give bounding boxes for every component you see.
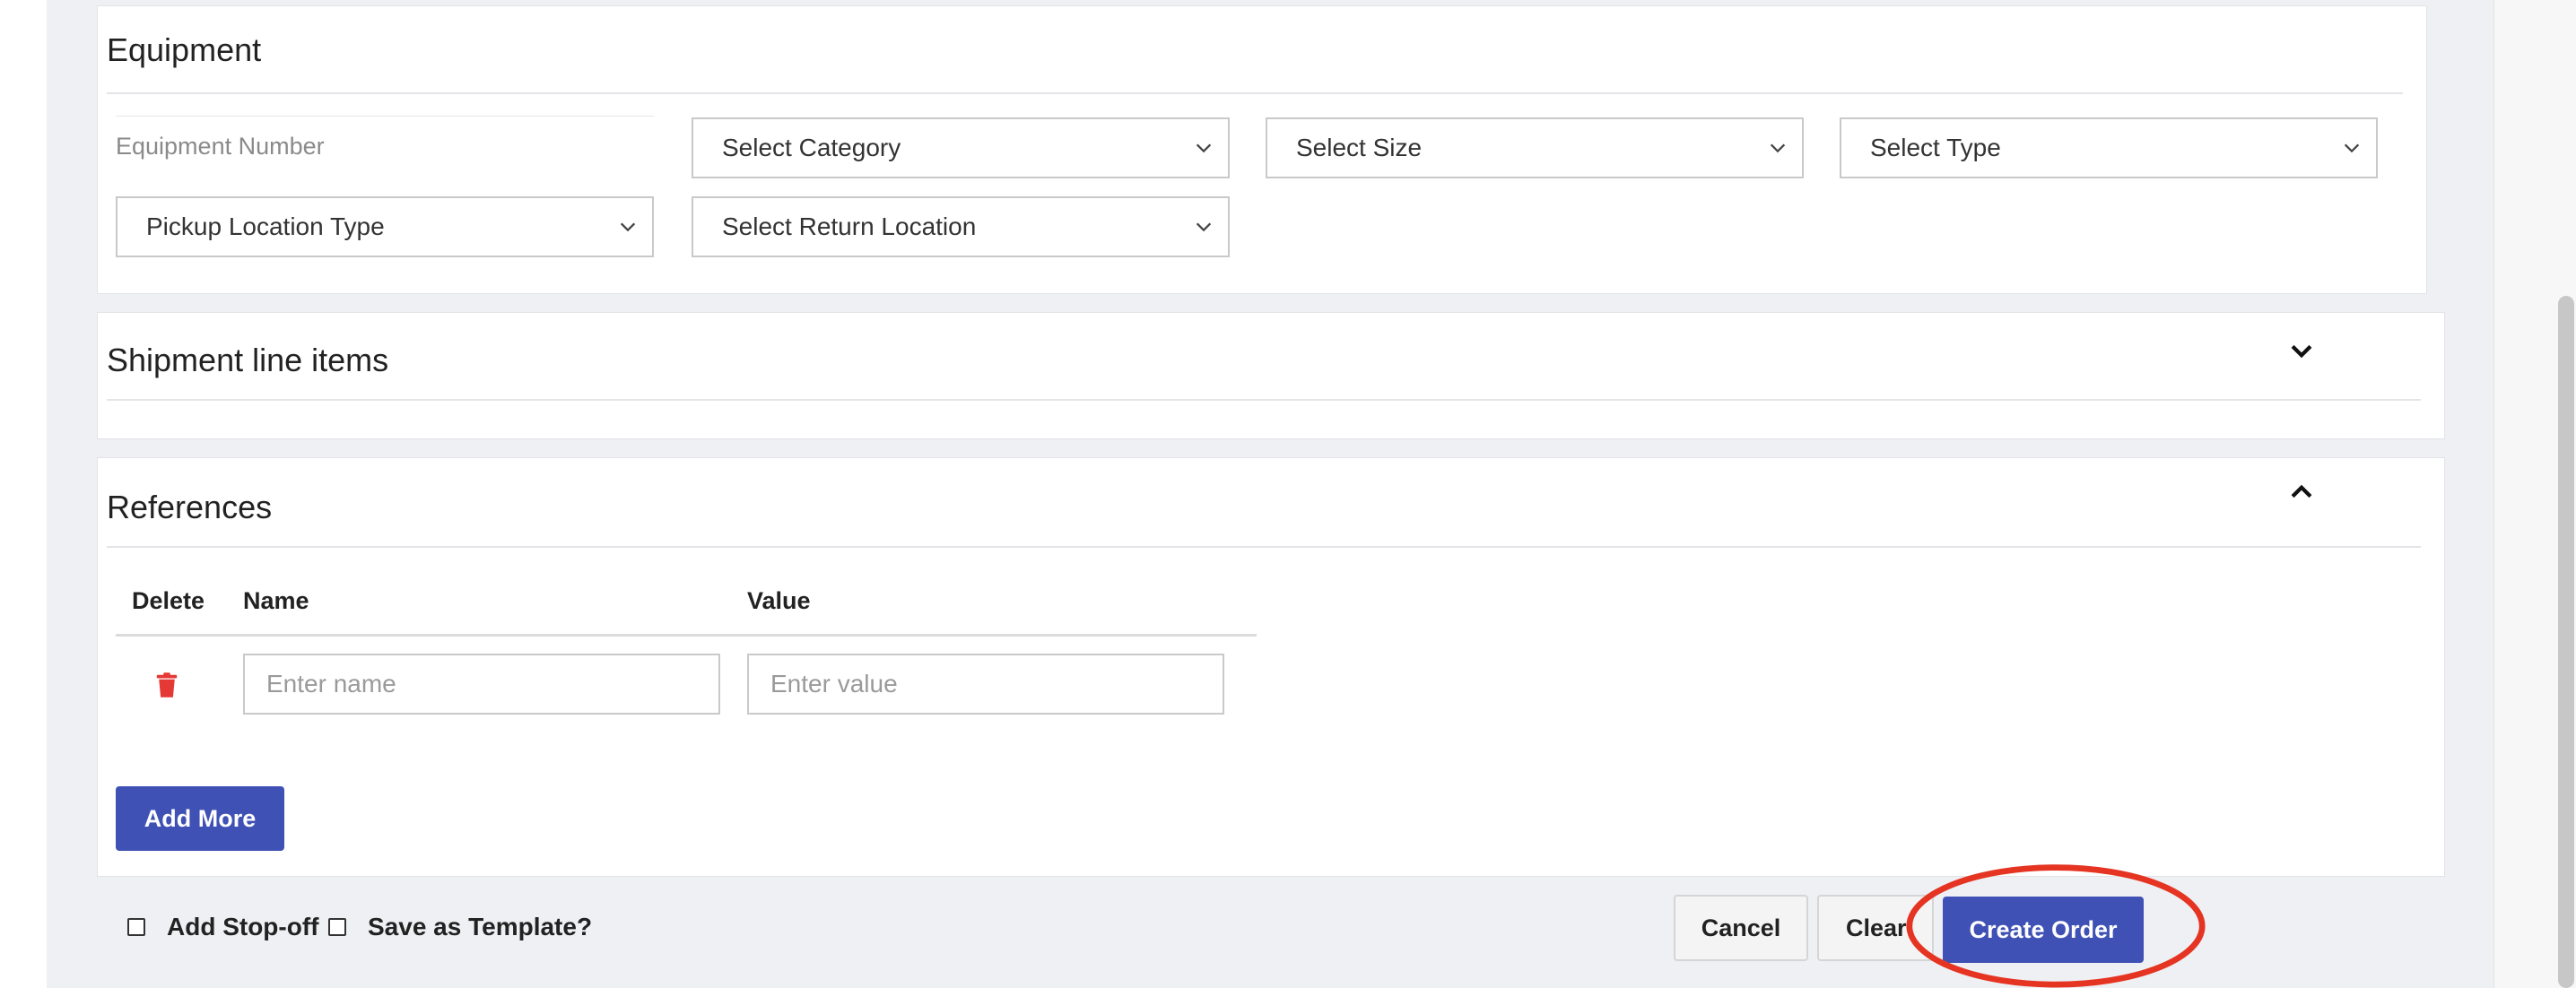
chevron-down-icon[interactable]	[2286, 336, 2317, 367]
references-title[interactable]: References	[107, 489, 272, 526]
column-header-name: Name	[243, 587, 309, 614]
add-more-button[interactable]: Add More	[116, 786, 284, 851]
table-header-divider	[116, 634, 1257, 637]
save-template-label[interactable]: Save as Template?	[368, 913, 592, 941]
select-size-value: Select Size	[1296, 134, 1423, 161]
references-divider	[107, 546, 2421, 548]
select-size[interactable]: Select Size	[1266, 117, 1804, 178]
shipment-line-items-title[interactable]: Shipment line items	[107, 342, 388, 379]
trash-icon[interactable]	[153, 670, 180, 700]
select-return-location[interactable]: Select Return Location	[692, 196, 1230, 257]
equipment-title: Equipment	[107, 31, 262, 68]
select-return-location-value: Select Return Location	[722, 212, 977, 240]
reference-value-input[interactable]	[747, 654, 1224, 715]
column-header-delete: Delete	[132, 587, 205, 614]
scrollbar-thumb[interactable]	[2558, 296, 2574, 988]
chevron-down-icon	[1196, 222, 1212, 232]
select-pickup-location-type[interactable]: Pickup Location Type	[116, 196, 654, 257]
chevron-up-icon[interactable]	[2286, 476, 2317, 507]
equipment-divider	[107, 92, 2403, 94]
chevron-down-icon	[620, 222, 636, 232]
column-header-value: Value	[747, 587, 811, 614]
add-stop-off-label[interactable]: Add Stop-off	[167, 913, 319, 941]
save-template-checkbox[interactable]	[328, 918, 346, 936]
references-card: References Delete Name Value Add More	[97, 457, 2445, 877]
select-type-value: Select Type	[1870, 134, 2001, 161]
left-gutter	[0, 0, 47, 988]
add-stop-off-checkbox[interactable]	[127, 918, 145, 936]
equipment-card: Equipment Select Category Select Size Se…	[97, 5, 2427, 294]
cancel-button[interactable]: Cancel	[1674, 895, 1808, 961]
chevron-down-icon	[2344, 143, 2360, 153]
equipment-number-input[interactable]	[116, 116, 654, 177]
chevron-down-icon	[1770, 143, 1786, 153]
reference-name-input[interactable]	[243, 654, 720, 715]
shipment-divider	[107, 399, 2421, 401]
shipment-line-items-card: Shipment line items	[97, 312, 2445, 439]
select-category[interactable]: Select Category	[692, 117, 1230, 178]
highlight-annotation-ring	[1906, 864, 2206, 988]
chevron-down-icon	[1196, 143, 1212, 153]
select-category-value: Select Category	[722, 134, 901, 161]
select-type[interactable]: Select Type	[1840, 117, 2378, 178]
select-pickup-location-type-value: Pickup Location Type	[146, 212, 385, 240]
